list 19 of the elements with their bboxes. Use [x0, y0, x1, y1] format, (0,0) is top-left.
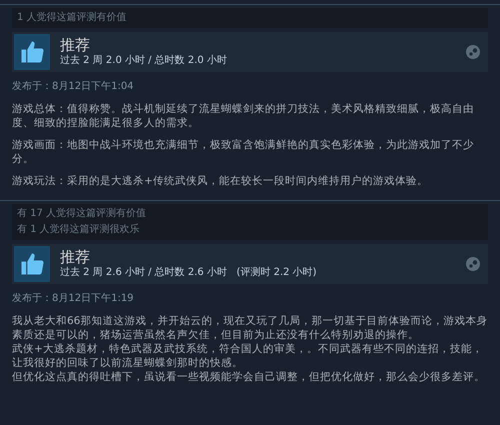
thumbs-up-icon — [14, 246, 50, 282]
helpful-count: 有 1 人觉得这篇评测很欢乐 — [17, 223, 141, 237]
review-verdict: 推荐 — [60, 248, 91, 266]
helpful-count: 有 17 人觉得这篇评测有价值 — [17, 207, 148, 221]
review-paragraph: 游戏玩法：采用的是大逃杀+传统武侠风，能在较长一段时间内维持用户的游戏体验。 — [12, 174, 429, 188]
post-date: 发布于：8月12日下午1:04 — [12, 80, 135, 94]
platform-logo-icon — [466, 257, 480, 271]
review-paragraph: 但优化这点真的得吐槽下，虽说看一些视频能学会自己调整，但把优化做好，那么会少很多差评。 — [12, 370, 486, 384]
thumbs-up-icon — [14, 34, 50, 70]
review-verdict: 推荐 — [60, 36, 91, 54]
playtime-text: 过去 2 周 2.0 小时 / 总时数 2.0 小时 — [60, 54, 228, 68]
review-paragraph: 游戏画面：地图中战斗环境也充满细节，极致富含饱满鲜艳的真实色彩体验，为此游戏加了不少分。 — [12, 138, 475, 166]
review-paragraph: 我从老大和66那知道这游戏，并开始云的，现在又玩了几局，那一切基于目前体验而论，游戏本身素质还是可以的，猪场运营虽然名声欠佳，但目前为止还没有什么特别劝退的操作。 — [12, 314, 488, 342]
review-paragraph: 游戏总体：值得称赞。战斗机制延续了流星蝴蝶剑来的拼刀技法，美术风格精致细腻，极高自由度、细致的捏脸能满足很多人的需求。 — [12, 102, 475, 130]
platform-logo-icon — [466, 45, 480, 59]
post-date: 发布于：8月12日下午1:19 — [12, 292, 135, 306]
helpful-count: 1 人觉得这篇评测有价值 — [17, 11, 128, 25]
review-paragraph: 武侠+大逃杀题材，特色武器及武技系统，符合国人的审美，。不同武器有些不同的连招，技能，让我很好的回味了以前流星蝴蝶剑那时的快感。 — [12, 342, 484, 370]
playtime-text: 过去 2 周 2.6 小时 / 总时数 2.6 小时 (评测时 2.2 小时) — [60, 266, 318, 280]
